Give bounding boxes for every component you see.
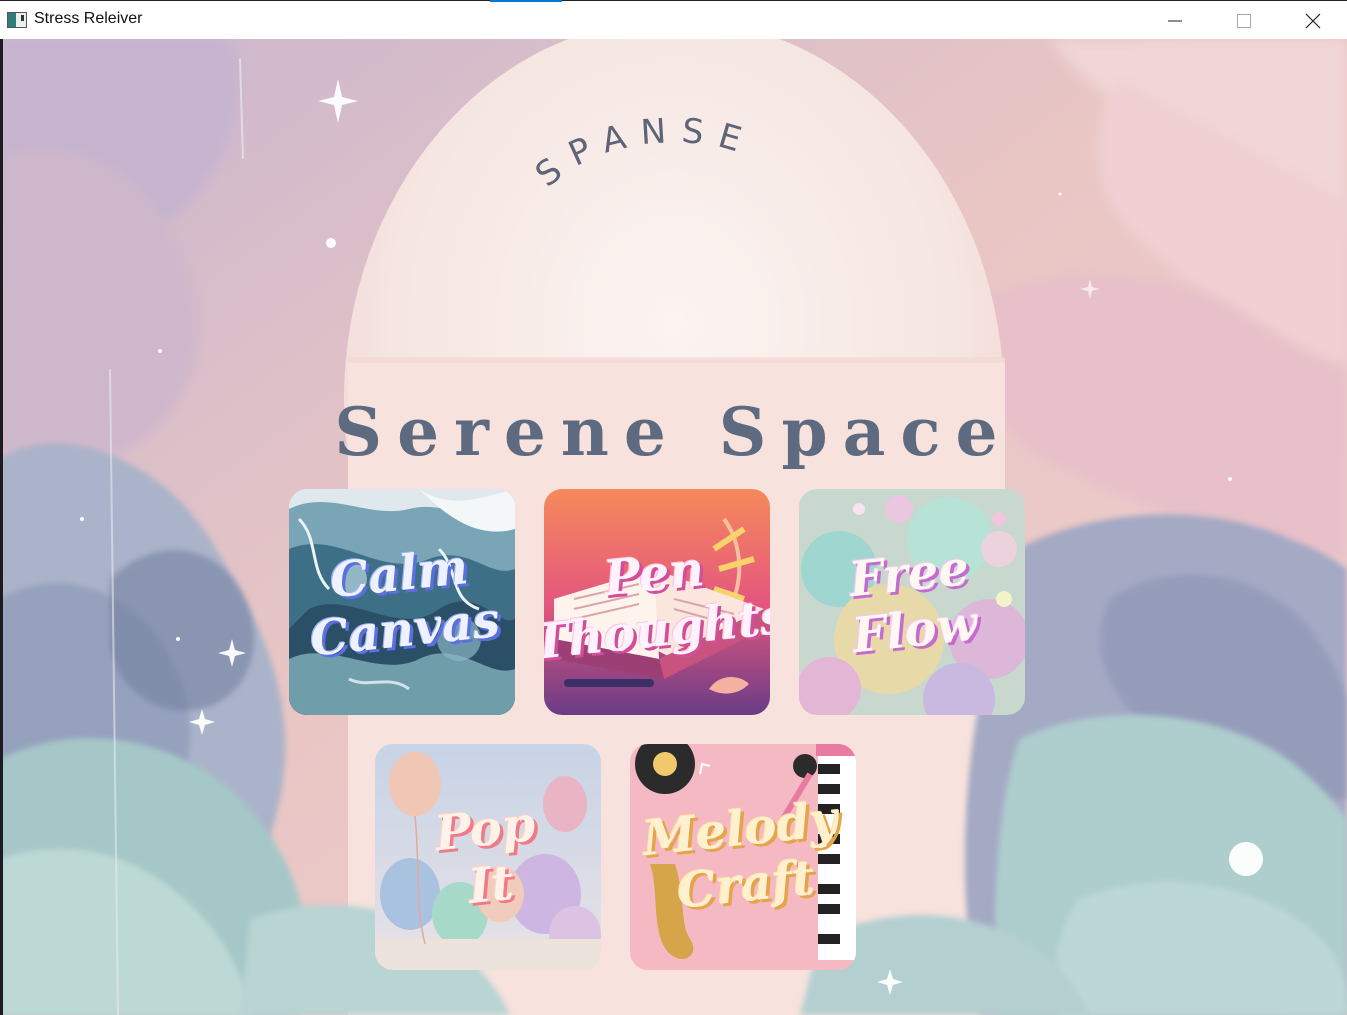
pen-thoughts-button[interactable]: Pen Thoughts [544, 489, 770, 715]
close-button[interactable] [1278, 1, 1347, 40]
main-canvas: SPANSE Serene Space Calm Canvas Pen Thou… [0, 39, 1347, 1015]
minimize-button[interactable] [1140, 1, 1209, 40]
window-title: Stress Releiver [34, 10, 143, 27]
app-heading: Serene Space [334, 393, 1013, 471]
app-icon [7, 12, 27, 28]
pop-it-label: Pop It [432, 796, 538, 916]
pop-it-button[interactable]: Pop It [375, 744, 601, 970]
pen-thoughts-label: Pen Thoughts [544, 541, 770, 672]
minimize-icon [1168, 20, 1182, 22]
window-titlebar[interactable]: Stress Releiver [0, 0, 1347, 39]
free-flow-button[interactable]: Free Flow [799, 489, 1025, 715]
titlebar-focus-accent [490, 0, 562, 2]
calm-canvas-label: Calm Canvas [307, 539, 503, 668]
maximize-button[interactable] [1209, 1, 1278, 40]
calm-canvas-button[interactable]: Calm Canvas [289, 489, 515, 715]
melody-craft-button[interactable]: Melody Craft [630, 744, 856, 970]
melody-craft-label: Melody Craft [639, 791, 841, 920]
free-flow-label: Free Flow [846, 540, 981, 665]
window-left-edge [0, 39, 3, 1015]
close-icon [1305, 13, 1321, 29]
maximize-icon [1237, 14, 1251, 28]
